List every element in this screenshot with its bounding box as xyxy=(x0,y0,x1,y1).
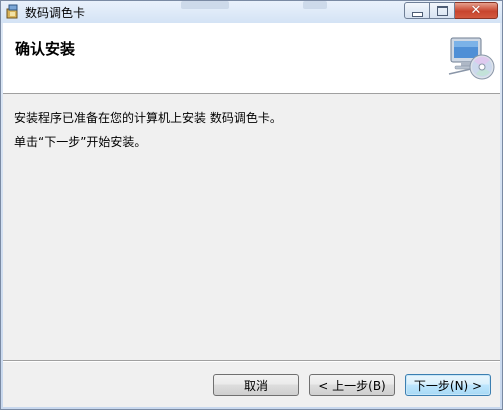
instruction-message: 单击“下一步”开始安装。 xyxy=(14,135,147,149)
page-title: 确认安装 xyxy=(15,40,76,58)
close-icon: ✕ xyxy=(470,3,482,18)
maximize-icon xyxy=(436,5,448,16)
maximize-button[interactable] xyxy=(430,2,455,19)
computer-cd-icon xyxy=(447,36,495,82)
close-button[interactable]: ✕ xyxy=(455,2,498,19)
footer-divider xyxy=(3,360,500,362)
dialog-content: 确认安装 安装程序已准备在您的计算机上安装 数码调色卡。 单击“下一步”开始安装… xyxy=(3,23,500,407)
installer-window: 数码调色卡 ✕ 确认安装 安装程序已准备在您的计算机上安装 数码调色卡。 单击“… xyxy=(0,0,503,410)
minimize-button[interactable] xyxy=(404,2,430,19)
window-title: 数码调色卡 xyxy=(25,6,86,20)
next-button[interactable]: 下一步(N) > xyxy=(405,374,491,396)
header-banner: 确认安装 xyxy=(3,23,500,94)
title-bar[interactable]: 数码调色卡 ✕ xyxy=(1,1,502,23)
back-button[interactable]: < 上一步(B) xyxy=(309,374,395,396)
installer-app-icon xyxy=(6,4,20,19)
window-controls: ✕ xyxy=(404,2,498,20)
ready-message: 安装程序已准备在您的计算机上安装 数码调色卡。 xyxy=(14,111,282,125)
blurred-titlebar-text xyxy=(303,1,327,9)
cancel-button[interactable]: 取消 xyxy=(213,374,299,396)
minimize-icon xyxy=(411,11,423,17)
blurred-titlebar-text xyxy=(181,1,229,9)
